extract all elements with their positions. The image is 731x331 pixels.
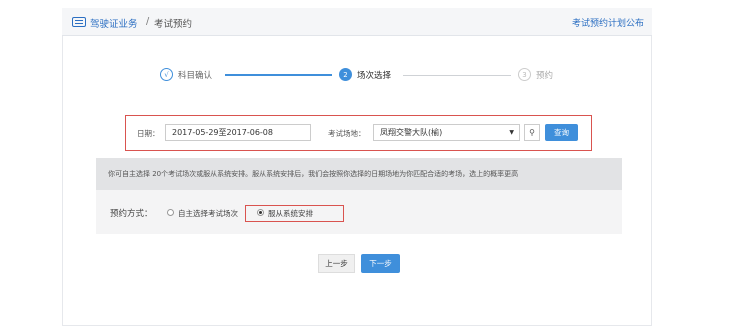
system-assign-radio[interactable] bbox=[257, 209, 264, 216]
step-label: 预约 bbox=[536, 70, 554, 81]
breadcrumb-current: 考试预约 bbox=[154, 19, 193, 30]
breadcrumb-main[interactable]: 驾驶证业务 bbox=[90, 16, 138, 30]
step-label: 科目确认 bbox=[178, 70, 213, 81]
venue-select[interactable]: 凤翔交警大队(榆) ▼ bbox=[373, 124, 520, 141]
search-button[interactable]: 查询 bbox=[545, 124, 578, 141]
next-step-button[interactable]: 下一步 bbox=[361, 254, 400, 273]
check-icon: √ bbox=[160, 68, 173, 81]
step-session-select: 2 场次选择 bbox=[339, 68, 391, 81]
venue-label: 考试场地： bbox=[328, 129, 366, 138]
step-number: 3 bbox=[518, 68, 531, 81]
step-number: 2 bbox=[339, 68, 352, 81]
self-select-option-label[interactable]: 自主选择考试场次 bbox=[178, 208, 238, 219]
step-pending-line bbox=[403, 75, 511, 76]
exam-plan-link[interactable]: 考试预约计划公布 bbox=[572, 16, 644, 29]
step-subject-confirm: √ 科目确认 bbox=[160, 68, 212, 81]
date-label: 日期： bbox=[137, 129, 160, 138]
top-bar: 驾驶证业务 / 考试预约 考试预约计划公布 bbox=[62, 8, 652, 36]
step-progress-line bbox=[225, 74, 332, 76]
breadcrumb-separator: / bbox=[146, 16, 150, 27]
list-icon bbox=[72, 17, 86, 27]
location-pin-icon[interactable]: ⚲ bbox=[524, 124, 540, 141]
self-select-radio[interactable] bbox=[167, 209, 174, 216]
booking-mode-panel bbox=[96, 190, 622, 234]
info-tip: 你可自主选择 20个考试场次或服从系统安排。服从系统安排后，我们会按照你选择的日… bbox=[96, 158, 622, 190]
caret-down-icon: ▼ bbox=[509, 129, 514, 136]
prev-step-button[interactable]: 上一步 bbox=[318, 254, 355, 273]
booking-mode-label: 预约方式： bbox=[110, 209, 153, 219]
step-booking: 3 预约 bbox=[518, 68, 553, 81]
system-assign-option-label[interactable]: 服从系统安排 bbox=[268, 208, 313, 219]
step-label: 场次选择 bbox=[357, 70, 392, 81]
venue-select-value: 凤翔交警大队(榆) bbox=[380, 128, 443, 137]
date-range-input[interactable]: 2017-05-29至2017-06-08 bbox=[165, 124, 311, 141]
